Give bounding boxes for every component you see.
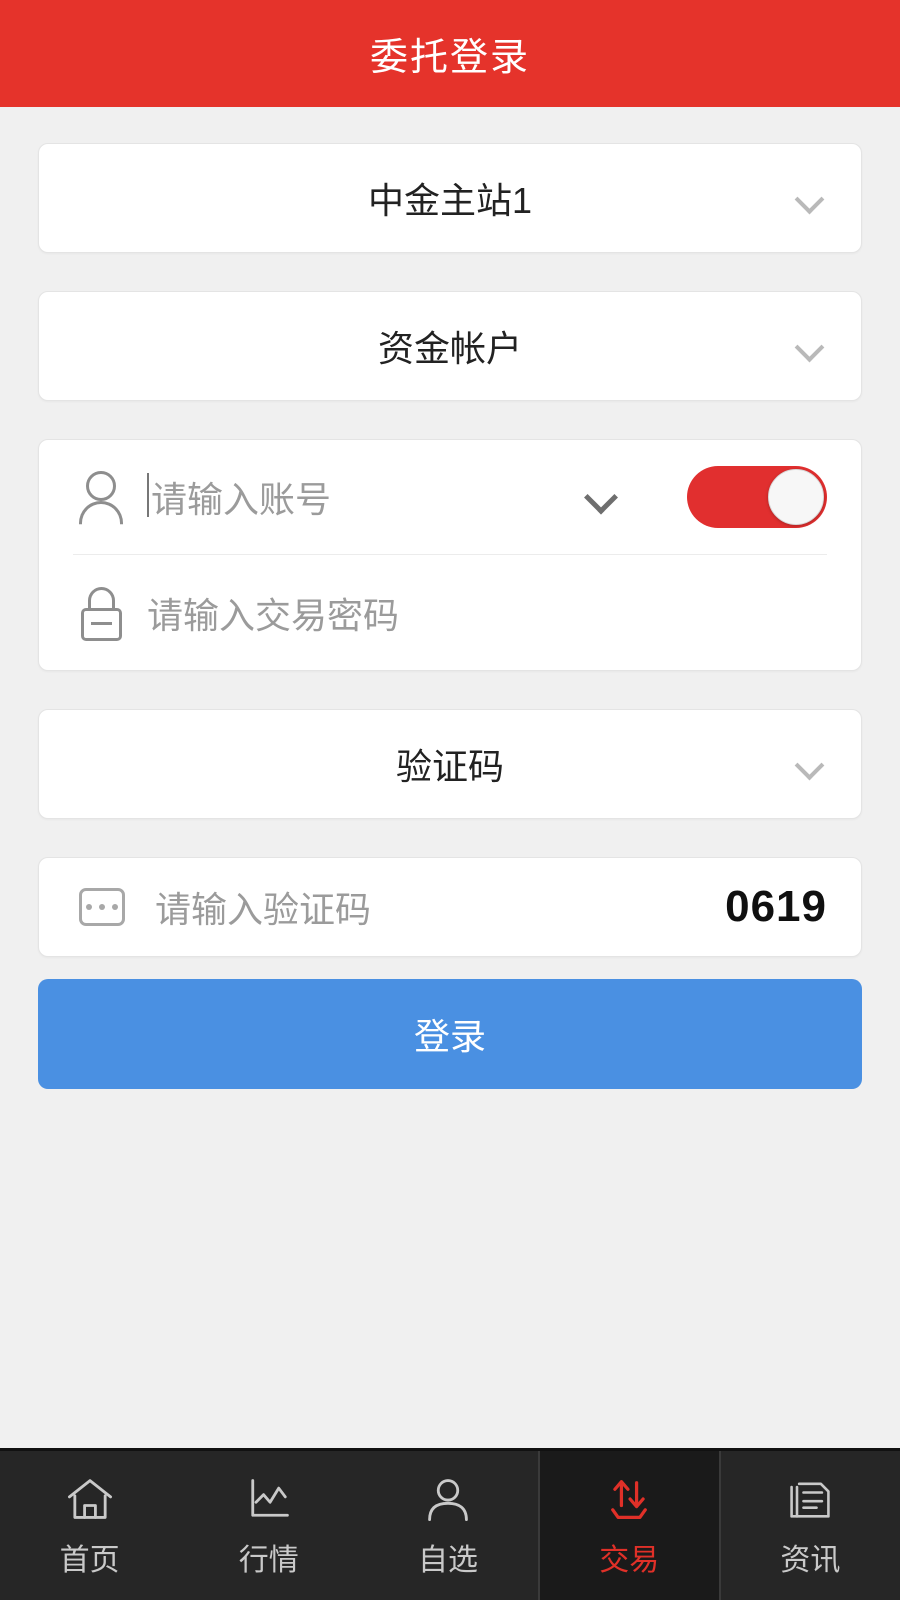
- nav-label-watchlist: 自选: [418, 1543, 478, 1577]
- page-title: 委托登录: [369, 37, 530, 79]
- news-icon: [783, 1473, 837, 1525]
- chevron-down-icon: [795, 183, 825, 213]
- lock-icon: [73, 584, 131, 642]
- captcha-input-placeholder[interactable]: 请输入验证码: [155, 881, 371, 933]
- login-form: 中金主站1 资金帐户 请输入账号 请输入交易密码 验证码 请输入验证码 0619…: [0, 107, 900, 1448]
- password-input-placeholder[interactable]: 请输入交易密码: [147, 587, 399, 639]
- nav-item-quotes[interactable]: 行情: [179, 1451, 358, 1600]
- captcha-field-row[interactable]: 请输入验证码 0619: [38, 857, 862, 957]
- bottom-navigation: 首页 行情 自选 交易 资讯: [0, 1448, 900, 1600]
- code-box-icon: [73, 878, 131, 936]
- app-root: 委托登录 中金主站1 资金帐户 请输入账号 请输入交易密码 验证码 请输入验证码…: [0, 0, 900, 1600]
- nav-label-quotes: 行情: [238, 1543, 299, 1577]
- login-button-label: 登录: [413, 1016, 486, 1057]
- person-icon: [73, 468, 131, 526]
- text-caret: [147, 473, 149, 517]
- save-account-toggle[interactable]: [687, 466, 827, 528]
- password-field-row[interactable]: 请输入交易密码: [73, 555, 827, 670]
- captcha-type-select-value: 验证码: [395, 746, 504, 787]
- nav-label-news: 资讯: [780, 1543, 841, 1577]
- account-input-placeholder[interactable]: 请输入账号: [151, 471, 331, 523]
- transfer-icon: [602, 1473, 656, 1525]
- station-select[interactable]: 中金主站1: [38, 143, 862, 253]
- station-select-value: 中金主站1: [367, 180, 533, 221]
- chart-icon: [242, 1473, 296, 1525]
- account-history-chevron-down-icon[interactable]: [585, 480, 615, 510]
- nav-label-trade: 交易: [599, 1543, 660, 1577]
- nav-item-watchlist[interactable]: 自选: [358, 1451, 537, 1600]
- page-header: 委托登录: [0, 0, 900, 107]
- captcha-type-select[interactable]: 验证码: [38, 709, 862, 819]
- nav-item-home[interactable]: 首页: [0, 1451, 179, 1600]
- account-type-select[interactable]: 资金帐户: [38, 291, 862, 401]
- captcha-code[interactable]: 0619: [725, 882, 827, 932]
- chevron-down-icon: [795, 749, 825, 779]
- toggle-knob: [768, 469, 824, 525]
- nav-item-news[interactable]: 资讯: [721, 1451, 900, 1600]
- login-button[interactable]: 登录: [38, 979, 862, 1089]
- chevron-down-icon: [795, 331, 825, 361]
- credentials-card: 请输入账号 请输入交易密码: [38, 439, 862, 671]
- account-type-select-value: 资金帐户: [377, 328, 522, 369]
- person-icon: [421, 1473, 475, 1525]
- account-field-row[interactable]: 请输入账号: [73, 440, 827, 555]
- nav-item-trade[interactable]: 交易: [537, 1451, 721, 1600]
- nav-label-home: 首页: [59, 1543, 120, 1577]
- home-icon: [63, 1473, 117, 1525]
